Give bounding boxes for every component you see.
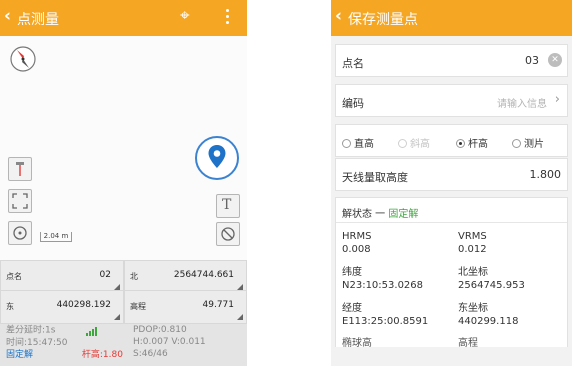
field-label: 高程	[130, 302, 146, 311]
precision-hv: H:0.007 V:0.011	[133, 337, 206, 347]
solution-header: 解状态 一 固定解	[342, 205, 418, 220]
solution-status: 固定解	[6, 349, 34, 360]
expand-icon	[12, 193, 28, 209]
field-value: 2564744.661	[173, 270, 234, 280]
back-icon[interactable]: ‹	[335, 6, 342, 26]
text-tool-button[interactable]: T	[216, 194, 240, 218]
survey-pole-icon	[16, 162, 24, 176]
field-label: 点名	[342, 57, 364, 70]
radio-vertical-height[interactable]: 直高	[342, 135, 374, 150]
locate-button[interactable]	[8, 221, 32, 245]
corner-triangle-icon	[237, 314, 243, 320]
height-mode-group: 直高 斜高 杆高 测片	[335, 124, 568, 157]
code-field[interactable]: 编码 请输入信息 ›	[335, 84, 568, 117]
clear-icon[interactable]: ✕	[548, 53, 562, 67]
field-label: 点名	[6, 272, 22, 281]
pdop: PDOP:0.810	[133, 325, 187, 335]
chevron-right-icon[interactable]: ›	[555, 92, 560, 107]
point-name-input[interactable]: 03	[525, 54, 539, 67]
time: 时间:15:47:50	[6, 337, 68, 348]
east-coordinate: 东坐标 440299.118	[458, 303, 519, 327]
elevation-label: 高程	[458, 338, 478, 349]
field-value: 49.771	[202, 300, 235, 310]
latitude: 纬度 N23:10:53.0268	[342, 267, 424, 291]
code-input[interactable]: 请输入信息	[497, 95, 547, 110]
compass-icon[interactable]	[8, 44, 38, 74]
hrms: HRMS 0.008	[342, 231, 372, 255]
field-label: 天线量取高度	[342, 171, 408, 184]
north-coordinate: 北坐标 2564745.953	[458, 267, 525, 291]
pole-tool-button[interactable]	[8, 157, 32, 181]
radio-pole-height[interactable]: 杆高	[456, 135, 488, 150]
field-elevation[interactable]: 高程 49.771	[124, 290, 247, 324]
point-name-field[interactable]: 点名 03 ✕	[335, 44, 568, 77]
prohibit-icon	[221, 227, 235, 241]
solution-label: 解状态 一	[342, 209, 386, 220]
text-icon: T	[222, 197, 232, 213]
ellipsoid-height-label: 椭球高	[342, 338, 372, 349]
field-value: 440298.192	[56, 300, 111, 310]
signal-icon	[86, 324, 98, 336]
pole-height: 杆高:1.80	[81, 349, 123, 360]
field-point-name[interactable]: 点名 02	[0, 260, 124, 294]
radio-measure-piece[interactable]: 测片	[512, 135, 544, 150]
radio-slant-height[interactable]: 斜高	[398, 135, 430, 150]
field-label: 北	[130, 272, 138, 281]
page-title: 保存测量点	[348, 12, 418, 28]
measurement-panel: 点名 02 北 2564744.661 东 440298.192 高程 49.7…	[0, 260, 247, 366]
app-bar: ‹ 保存测量点	[331, 0, 572, 36]
field-label: 编码	[342, 97, 364, 110]
solution-card: 解状态 一 固定解 HRMS 0.008 VRMS 0.012 纬度 N23:10:5…	[335, 197, 568, 349]
field-east[interactable]: 东 440298.192	[0, 290, 124, 324]
field-label: 东	[6, 302, 14, 311]
save-point-screen: ‹ 保存测量点 点名 03 ✕ 编码 请输入信息 › 直高 斜高 杆高 测片 天…	[331, 0, 572, 366]
status-right: PDOP:0.810 H:0.007 V:0.011 S:46/46	[133, 324, 206, 360]
scale-bar: 2.04 m	[40, 232, 72, 242]
diff-delay: 差分延时:1s	[6, 325, 56, 336]
corner-triangle-icon	[114, 314, 120, 320]
back-icon[interactable]: ‹	[4, 6, 11, 26]
status-left: 差分延时:1s 时间:15:47:50 固定解 杆高:1.80	[6, 324, 123, 361]
point-survey-screen: ‹ 点测量 ⌖ 2.04 m T 点名 02 北 2564744.661 东 4…	[0, 0, 247, 366]
field-north[interactable]: 北 2564744.661	[124, 260, 247, 294]
app-bar: ‹ 点测量 ⌖	[0, 0, 247, 36]
location-pin-icon[interactable]	[193, 134, 241, 182]
more-menu-icon[interactable]	[222, 6, 232, 27]
disable-button[interactable]	[216, 222, 240, 246]
solution-state: 固定解	[388, 209, 419, 220]
satellites: S:46/46	[133, 349, 168, 359]
fullscreen-button[interactable]	[8, 189, 32, 213]
page-title: 点测量	[17, 12, 59, 28]
antenna-height-value[interactable]: 1.800	[530, 168, 562, 181]
field-value: 02	[99, 270, 111, 280]
antenna-height-field[interactable]: 天线量取高度 1.800	[335, 158, 568, 191]
crosshair-icon[interactable]: ⌖	[180, 6, 190, 26]
longitude: 经度 E113:25:00.8591	[342, 303, 429, 327]
target-icon	[13, 226, 27, 240]
vrms: VRMS 0.012	[458, 231, 487, 255]
